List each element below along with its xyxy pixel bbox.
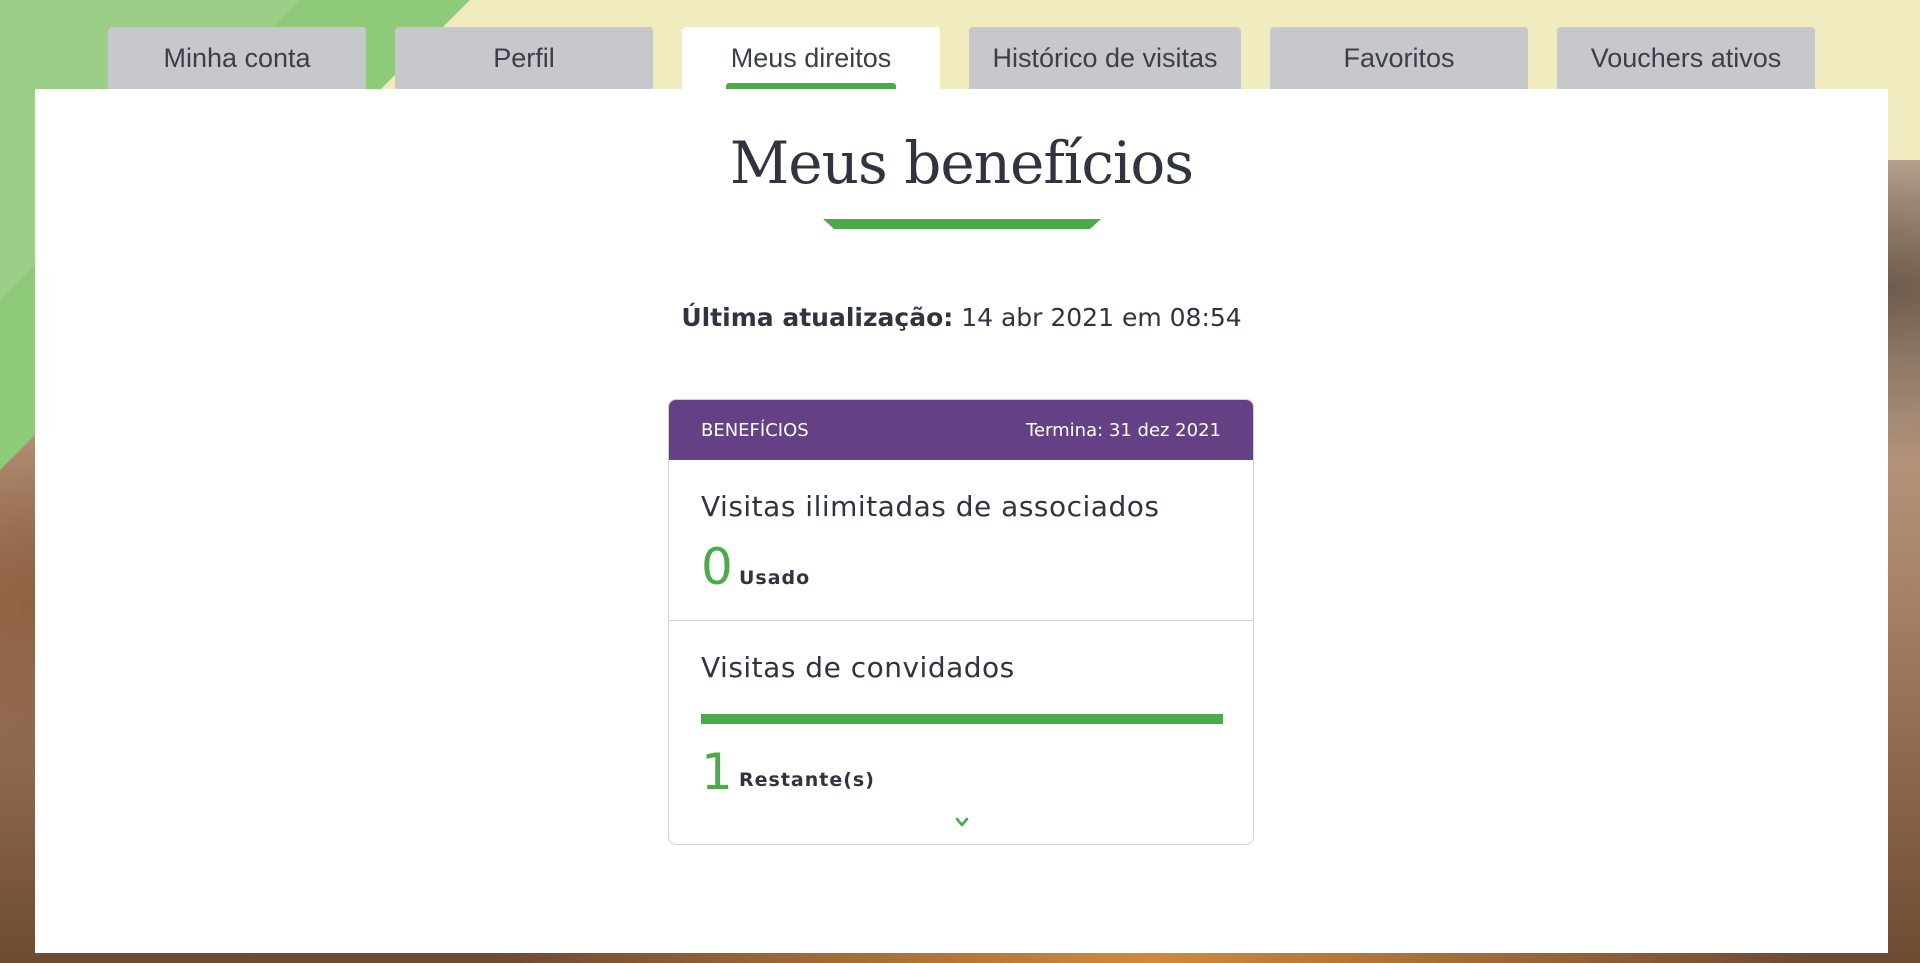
tab-favoritos[interactable]: Favoritos bbox=[1270, 27, 1528, 89]
benefit-guest-visits: Visitas de convidados 1 Restante(s) bbox=[669, 621, 1253, 843]
benefits-card-header: BENEFÍCIOS Termina: 31 dez 2021 bbox=[669, 400, 1253, 460]
tab-label: Vouchers ativos bbox=[1590, 42, 1782, 73]
progress-fill bbox=[701, 714, 1223, 724]
content-panel: Meus benefícios Última atualização: 14 a… bbox=[35, 89, 1888, 953]
benefit-count-label: Restante(s) bbox=[739, 769, 875, 791]
tab-label: Histórico de visitas bbox=[992, 42, 1218, 73]
tab-vouchers-ativos[interactable]: Vouchers ativos bbox=[1557, 27, 1815, 89]
benefit-count: 0 bbox=[701, 538, 733, 596]
tab-label: Meus direitos bbox=[730, 42, 892, 73]
chevron-down-icon[interactable] bbox=[955, 815, 969, 829]
benefits-header-label: BENEFÍCIOS bbox=[701, 419, 809, 441]
tab-minha-conta[interactable]: Minha conta bbox=[108, 27, 366, 89]
benefit-member-visits: Visitas ilimitadas de associados 0 Usado bbox=[669, 460, 1253, 621]
last-update: Última atualização: 14 abr 2021 em 08:54 bbox=[35, 303, 1888, 332]
tab-historico-de-visitas[interactable]: Histórico de visitas bbox=[969, 27, 1241, 89]
guest-visits-progress-bar bbox=[701, 714, 1223, 724]
benefit-count: 1 bbox=[701, 743, 733, 801]
last-update-label: Última atualização: bbox=[681, 303, 954, 332]
tab-perfil[interactable]: Perfil bbox=[395, 27, 653, 89]
benefit-title: Visitas de convidados bbox=[701, 651, 1015, 684]
benefit-count-label: Usado bbox=[739, 567, 811, 589]
benefits-card: BENEFÍCIOS Termina: 31 dez 2021 Visitas … bbox=[668, 399, 1254, 845]
page-title: Meus benefícios bbox=[729, 129, 1194, 197]
account-tabs: Minha conta Perfil Meus direitos Históri… bbox=[0, 27, 1920, 89]
last-update-value: 14 abr 2021 em 08:54 bbox=[961, 303, 1242, 332]
tab-label: Favoritos bbox=[1343, 42, 1455, 73]
benefits-end-date: Termina: 31 dez 2021 bbox=[1026, 419, 1221, 441]
benefit-title: Visitas ilimitadas de associados bbox=[701, 490, 1160, 523]
tab-label: Perfil bbox=[493, 42, 555, 73]
tab-meus-direitos[interactable]: Meus direitos bbox=[682, 27, 940, 89]
title-underline bbox=[823, 219, 1101, 229]
tab-label: Minha conta bbox=[163, 42, 311, 73]
